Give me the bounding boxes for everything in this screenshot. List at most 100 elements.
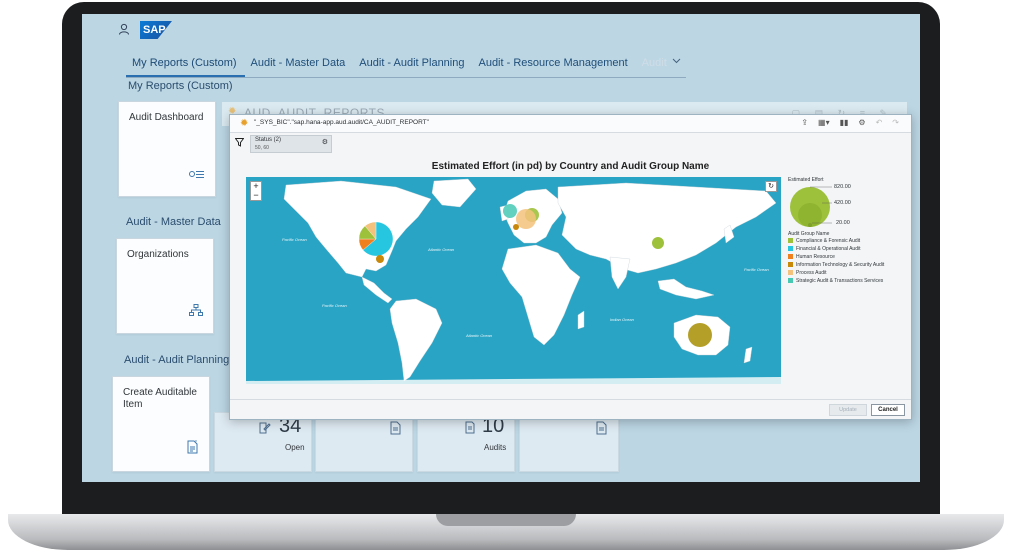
legend-item-process[interactable]: Process Audit [788, 270, 827, 276]
bubble-china[interactable] [652, 237, 664, 249]
tile-organizations[interactable]: Organizations [116, 238, 214, 334]
legend-label: Information Technology & Security Audit [796, 262, 885, 268]
bubble-spain[interactable] [513, 224, 519, 230]
legend-item-it-security[interactable]: Information Technology & Security Audit [788, 262, 884, 268]
edit-document-icon [259, 421, 271, 437]
tile-audit-dashboard[interactable]: Audit Dashboard [118, 101, 216, 197]
tile-title: Audit Dashboard [129, 112, 204, 123]
legend-size-circles [790, 186, 832, 227]
cancel-button[interactable]: Cancel [871, 404, 905, 416]
legend-item-financial[interactable]: Financial & Operational Audit [788, 246, 860, 252]
map-label-pacific-west: Pacific Ocean [282, 237, 307, 242]
section-title-audit-planning: Audit - Audit Planning [124, 354, 230, 366]
legend-label: Compliance & Forensic Audit [796, 238, 861, 244]
status-filter-chip[interactable]: Status (2) 50, 60 ⚙ [250, 135, 332, 153]
tab-master-data[interactable]: Audit - Master Data [245, 54, 354, 77]
tile-create-auditable-item[interactable]: Create Auditable Item * [112, 376, 210, 472]
legend-label: Financial & Operational Audit [796, 246, 861, 252]
kpi-audits-label: Audits [484, 443, 507, 452]
chart-icon[interactable]: ▮▮ [840, 118, 849, 127]
user-icon[interactable] [118, 23, 132, 37]
bubble-usa[interactable] [358, 221, 394, 257]
undo-icon[interactable]: ↶ [876, 118, 883, 127]
gear-icon[interactable]: ⚙ [322, 138, 328, 146]
bubble-france[interactable] [516, 209, 536, 229]
legend-size-min: 20.00 [836, 220, 850, 226]
dashboard-icon [189, 168, 205, 182]
legend-swatch [788, 254, 793, 259]
tile-title: Organizations [127, 249, 189, 260]
redo-icon[interactable]: ↷ [892, 118, 899, 127]
screen: SAP My Reports (Custom) Audit - Master D… [82, 14, 920, 482]
bubble-mexico[interactable] [376, 255, 384, 263]
table-settings-icon[interactable]: ▦▾ [818, 118, 830, 127]
filter-icon[interactable] [234, 138, 245, 149]
bubble-europe-west[interactable] [503, 204, 517, 218]
legend-size-title: Estimated Effort [788, 177, 824, 183]
map-label-pacific-east: Pacific Ocean [744, 267, 769, 272]
legend-size-mid: 420.00 [834, 200, 851, 206]
legend-size-max: 820.00 [834, 184, 851, 190]
map-label-atlantic-south: Atlantic Ocean [465, 333, 493, 338]
chevron-down-icon[interactable] [672, 56, 681, 67]
settings-icon[interactable]: ⚙ [858, 118, 865, 127]
document-add-icon [390, 421, 402, 438]
tab-audit-more[interactable]: Audit [636, 54, 675, 77]
chart-title: Estimated Effort (in pd) by Country and … [431, 161, 710, 172]
status-filter-value: 50, 60 [255, 145, 269, 151]
map-label-atlantic-north: Atlantic Ocean [427, 247, 455, 252]
legend-swatch [788, 238, 793, 243]
map-label-indian: Indian Ocean [610, 317, 635, 322]
tile-blank-2[interactable] [519, 412, 619, 472]
document-add-icon [596, 421, 608, 438]
svg-text:*: * [195, 440, 197, 446]
report-dialog: ✹ "_SYS_BIC"."sap.hana-app.aud.audit/CA_… [229, 114, 912, 420]
dialog-footer: Update Cancel [230, 399, 911, 419]
laptop-notch [436, 514, 576, 526]
tab-audit-planning[interactable]: Audit - Audit Planning [353, 54, 472, 77]
legend-swatch [788, 270, 793, 275]
tile-audits-kpi[interactable]: 10 Audits [417, 412, 515, 472]
status-filter-label: Status (2) [255, 137, 282, 143]
legend-swatch [788, 262, 793, 267]
document-icon [464, 421, 476, 437]
document-add-icon: * [187, 440, 199, 457]
section-title-master-data: Audit - Master Data [126, 216, 221, 228]
legend-swatch [788, 246, 793, 251]
legend-item-human-resource[interactable]: Human Resource [788, 254, 835, 260]
section-title-my-reports: My Reports (Custom) [128, 80, 233, 92]
bubble-australia[interactable] [688, 323, 712, 347]
world-map[interactable]: Pacific Ocean Atlantic Ocean Pacific Oce… [246, 177, 781, 384]
tile-blank-1[interactable] [315, 412, 413, 472]
legend-label: Process Audit [796, 270, 827, 276]
tab-bar: My Reports (Custom) Audit - Master Data … [126, 54, 686, 78]
zoom-control[interactable]: + − [250, 181, 262, 201]
legend-item-compliance[interactable]: Compliance & Forensic Audit [788, 238, 860, 244]
legend-item-strategic[interactable]: Strategic Audit & Transactions Services [788, 278, 883, 284]
reset-view-icon[interactable]: ↻ [765, 181, 777, 192]
tab-my-reports[interactable]: My Reports (Custom) [126, 54, 245, 77]
laptop-frame: SAP My Reports (Custom) Audit - Master D… [0, 0, 1012, 560]
tab-resource-management[interactable]: Audit - Resource Management [472, 54, 635, 77]
sap-logo[interactable]: SAP [140, 21, 172, 39]
map-label-pacific-south: Pacific Ocean [322, 303, 347, 308]
chart-legend: Estimated Effort 820.00 420.00 20.00 Aud… [786, 177, 911, 387]
kpi-open-label: Open [285, 443, 305, 452]
legend-swatch [788, 278, 793, 283]
tile-title: Create Auditable Item [123, 387, 197, 410]
sun-icon: ✹ [240, 118, 249, 129]
dialog-toolbar: ⇪ ▦▾ ▮▮ ⚙ ↶ ↷ [801, 118, 899, 127]
update-button[interactable]: Update [829, 404, 867, 416]
filter-bar: Status (2) 50, 60 ⚙ [230, 133, 911, 155]
dialog-header: ✹ "_SYS_BIC"."sap.hana-app.aud.audit/CA_… [230, 115, 911, 133]
export-icon[interactable]: ⇪ [801, 118, 808, 127]
tile-open-kpi[interactable]: 34 Open [214, 412, 312, 472]
shell-header: SAP [82, 14, 920, 54]
legend-color-title: Audit Group Name [788, 231, 830, 237]
zoom-out-button[interactable]: − [251, 191, 261, 200]
legend-label: Strategic Audit & Transactions Services [796, 278, 884, 284]
org-chart-icon [189, 304, 203, 319]
world-map-svg: Pacific Ocean Atlantic Ocean Pacific Oce… [246, 177, 781, 384]
dialog-path: "_SYS_BIC"."sap.hana-app.aud.audit/CA_AU… [254, 119, 429, 126]
legend-label: Human Resource [796, 254, 835, 260]
